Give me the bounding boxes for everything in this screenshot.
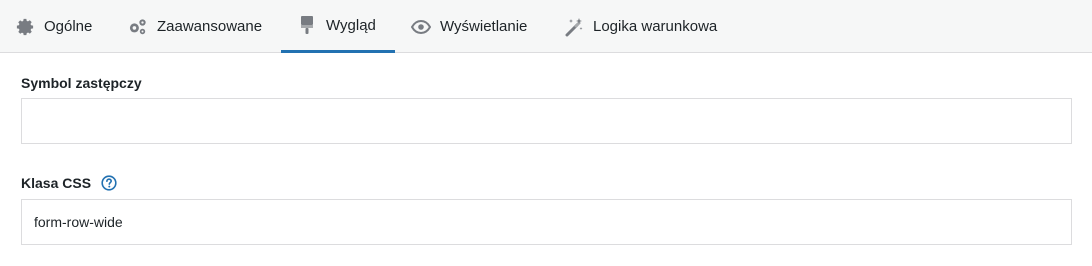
tab-label: Wyświetlanie: [440, 18, 528, 35]
paintbrush-icon: [297, 15, 317, 35]
tab-conditional-logic[interactable]: Logika warunkowa: [564, 0, 717, 53]
placeholder-input[interactable]: [21, 98, 1072, 144]
placeholder-field-label: Symbol zastępczy: [21, 74, 142, 92]
css-class-label-text: Klasa CSS: [21, 175, 92, 191]
tab-advanced[interactable]: Zaawansowane: [128, 0, 262, 53]
tab-label: Zaawansowane: [157, 18, 263, 35]
tab-label: Logika warunkowa: [593, 18, 718, 35]
tab-general[interactable]: Ogólne: [15, 0, 92, 53]
gear-icon: [15, 17, 35, 37]
tab-label: Wygląd: [326, 16, 376, 34]
tab-label: Ogólne: [44, 18, 93, 35]
tab-bar: Ogólne Zaawansowane Wygląd Wyświetlanie …: [0, 0, 1092, 53]
magic-wand-icon: [564, 17, 584, 37]
question-circle-icon[interactable]: [101, 175, 117, 191]
placeholder-label-text: Symbol zastępczy: [21, 75, 142, 91]
css-class-field-label: Klasa CSS: [21, 173, 117, 193]
css-class-input[interactable]: [21, 199, 1072, 245]
tab-appearance[interactable]: Wygląd: [281, 0, 395, 53]
eye-icon: [411, 17, 431, 37]
tab-display[interactable]: Wyświetlanie: [411, 0, 527, 53]
gears-icon: [128, 17, 148, 37]
